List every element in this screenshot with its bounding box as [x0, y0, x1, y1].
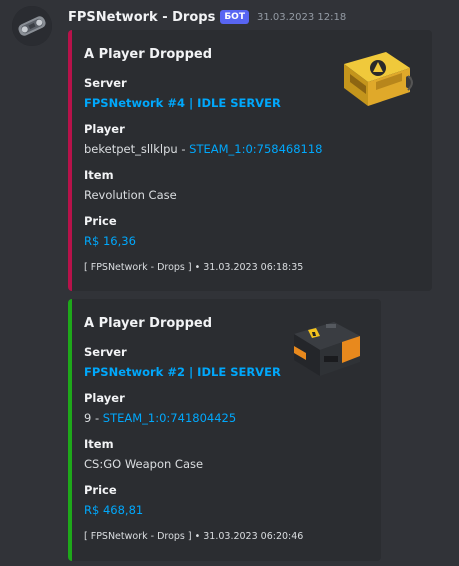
item-label: Item — [84, 437, 114, 451]
bot-tag: БОТ — [220, 10, 249, 24]
embed-footer: [ FPSNetwork - Drops ] • 31.03.2023 06:2… — [84, 531, 304, 542]
embed-title: A Player Dropped — [84, 47, 213, 62]
revolution-case-icon[interactable] — [336, 46, 416, 114]
chat-message: FPSNetwork - Drops БОТ 31.03.2023 12:18 … — [0, 0, 459, 566]
player-label: Player — [84, 122, 125, 136]
drop-embed: A Player Dropped Server FPSNetwork #4 | … — [68, 30, 432, 291]
weapon-case-icon[interactable] — [286, 316, 366, 384]
price-value[interactable]: R$ 16,36 — [84, 234, 136, 248]
item-label: Item — [84, 168, 114, 182]
player-value: beketpet_sllklpu - STEAM_1:0:758468118 — [84, 142, 323, 156]
item-value: Revolution Case — [84, 188, 177, 202]
message-timestamp[interactable]: 31.03.2023 12:18 — [257, 12, 346, 23]
embed-title: A Player Dropped — [84, 316, 213, 331]
server-label: Server — [84, 76, 127, 90]
player-separator: - — [177, 142, 190, 156]
price-value[interactable]: R$ 468,81 — [84, 503, 143, 517]
message-header: FPSNetwork - Drops БОТ 31.03.2023 12:18 — [68, 8, 346, 26]
gear-capsule-icon — [12, 6, 52, 46]
player-label: Player — [84, 391, 125, 405]
steam-id-link[interactable]: STEAM_1:0:741804425 — [103, 411, 236, 425]
drop-embed: A Player Dropped Server FPSNetwork #2 | … — [68, 299, 381, 561]
player-separator: - — [91, 411, 103, 425]
price-label: Price — [84, 214, 117, 228]
player-name: beketpet_sllklpu — [84, 142, 178, 156]
server-link[interactable]: FPSNetwork #2 | IDLE SERVER — [84, 365, 281, 379]
bot-avatar[interactable] — [12, 6, 52, 46]
server-link[interactable]: FPSNetwork #4 | IDLE SERVER — [84, 96, 281, 110]
item-value: CS:GO Weapon Case — [84, 457, 204, 471]
embed-footer: [ FPSNetwork - Drops ] • 31.03.2023 06:1… — [84, 262, 304, 273]
server-label: Server — [84, 345, 127, 359]
author-name[interactable]: FPSNetwork - Drops — [68, 10, 215, 25]
steam-id-link[interactable]: STEAM_1:0:758468118 — [189, 142, 322, 156]
player-value: 9 - STEAM_1:0:741804425 — [84, 411, 236, 425]
price-label: Price — [84, 483, 117, 497]
